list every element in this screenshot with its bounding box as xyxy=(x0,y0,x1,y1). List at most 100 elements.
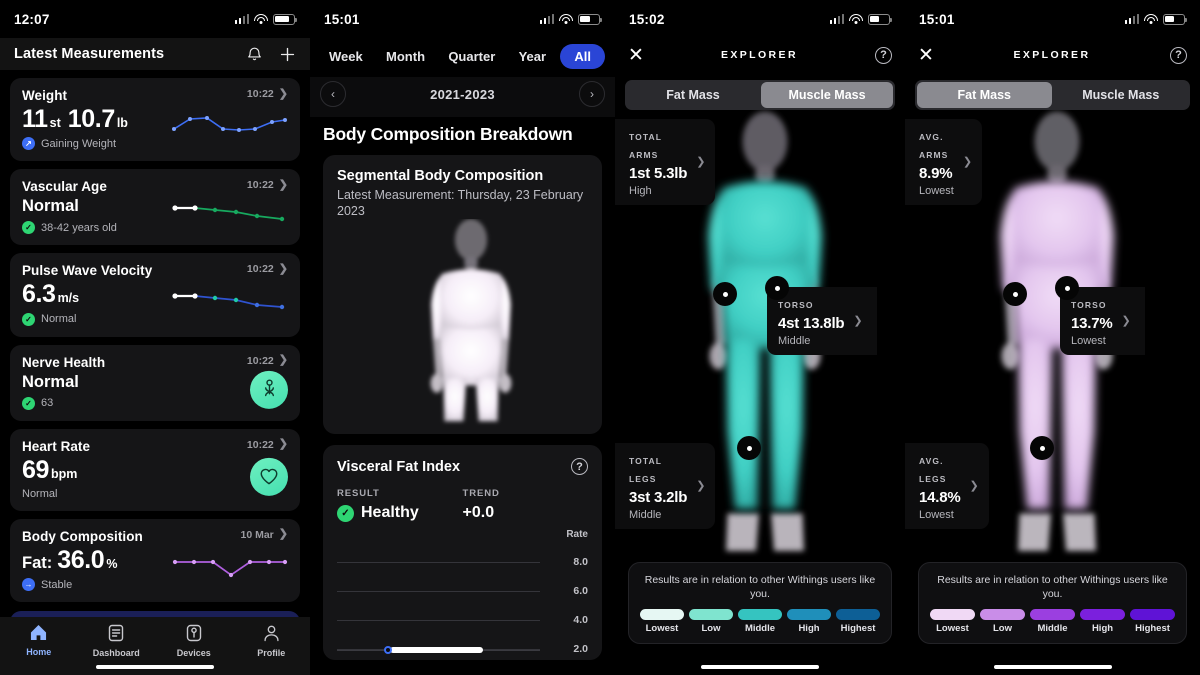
check-icon: ✓ xyxy=(337,504,354,522)
card-value: Normal xyxy=(22,373,288,392)
card-weight[interactable]: Weight 10:22 ❯ 11 st 10.7 lb ↗ Gaining W… xyxy=(10,78,300,162)
legend-item-high: High xyxy=(787,609,831,634)
period-quarter[interactable]: Quarter xyxy=(439,44,504,69)
chevron-right-icon: ❯ xyxy=(278,528,288,541)
close-icon[interactable]: ✕ xyxy=(918,46,934,65)
visceral-fat-chart: Rate 8.0 6.0 4.0 2.0 xyxy=(337,529,588,660)
body-figure-teal[interactable]: TOTAL ARMS 1st 5.3lb High ❯ TORSO 4st 13… xyxy=(615,110,905,562)
callout-avg-arms[interactable]: AVG. ARMS 8.9% Lowest ❯ xyxy=(905,119,983,205)
hotspot-arms[interactable] xyxy=(713,282,737,306)
tab-devices[interactable]: Devices xyxy=(155,624,233,658)
y-tick: 8.0 xyxy=(573,556,588,569)
tab-dashboard[interactable]: Dashboard xyxy=(78,624,156,658)
hotspot-arms[interactable] xyxy=(1003,282,1027,306)
card-visceral-fat-index[interactable]: Visceral Fat Index ? RESULT ✓ Healthy TR… xyxy=(323,445,602,661)
period-week[interactable]: Week xyxy=(320,44,372,69)
body-figure-pink[interactable]: AVG. ARMS 8.9% Lowest ❯ TORSO 13.7% Lowe… xyxy=(905,110,1200,562)
callout-status: Middle xyxy=(629,509,662,521)
callout-status: Middle xyxy=(778,335,811,347)
close-icon[interactable]: ✕ xyxy=(628,46,644,65)
callout-label-line2: ARMS xyxy=(919,150,949,160)
pwv-sparkline xyxy=(169,277,289,322)
legend-label: Lowest xyxy=(936,623,969,635)
question-mark-icon[interactable]: ? xyxy=(874,46,892,64)
section-heading: Body Composition Breakdown xyxy=(323,124,573,144)
card-timestamp: 10:22 ❯ xyxy=(247,355,288,367)
tab-home[interactable]: Home xyxy=(0,624,78,657)
hotspot-torso[interactable] xyxy=(1055,276,1079,300)
explorer-title: EXPLORER xyxy=(1013,49,1091,61)
legend-swatch xyxy=(738,609,782,621)
wifi-icon xyxy=(1144,14,1158,24)
legend-scale: Lowest Low Middle High Highest xyxy=(640,609,880,634)
y-tick: 2.0 xyxy=(573,643,588,656)
tab-fat-mass[interactable]: Fat Mass xyxy=(627,82,759,108)
scrubber-fill xyxy=(389,647,484,654)
check-icon: ✓ xyxy=(22,221,35,235)
period-month[interactable]: Month xyxy=(377,44,434,69)
tab-muscle-mass[interactable]: Muscle Mass xyxy=(761,82,893,108)
chevron-right-icon: ❯ xyxy=(278,354,288,366)
question-mark-icon[interactable]: ? xyxy=(1169,46,1187,64)
arrow-trend-icon: ↗ xyxy=(22,137,35,151)
page-header: Latest Measurements xyxy=(0,38,310,70)
callout-total-legs[interactable]: TOTAL LEGS 3st 3.2lb Middle ❯ xyxy=(615,443,716,529)
legend-item-highest: Highest xyxy=(836,609,880,634)
hotspot-legs[interactable] xyxy=(737,436,761,460)
panel-explorer-fat-mass: 15:01 ✕ EXPLORER ? Fat Mass Muscle Mass xyxy=(905,0,1200,675)
callout-value: 8.9% xyxy=(919,165,953,182)
period-all[interactable]: All xyxy=(560,44,605,69)
result-label: RESULT xyxy=(337,488,380,500)
card-body-composition[interactable]: Body Composition 10 Mar ❯ Fat: 36.0 % → … xyxy=(10,518,300,602)
card-vascular-age[interactable]: Vascular Age 10:22 ❯ Normal ✓ 38-42 year… xyxy=(10,169,300,246)
body-composition-sparkline xyxy=(169,542,289,587)
question-mark-icon[interactable]: ? xyxy=(571,458,588,476)
tab-profile[interactable]: Profile xyxy=(233,624,311,658)
callout-label-line1: AVG. xyxy=(919,132,944,142)
hotspot-torso[interactable] xyxy=(765,276,789,300)
card-subtitle: ✓ 63 xyxy=(22,396,288,410)
callout-label-line1: AVG. xyxy=(919,456,944,466)
scrubber-knob[interactable] xyxy=(383,646,392,655)
mass-type-tabs: Fat Mass Muscle Mass xyxy=(625,80,895,110)
chevron-right-icon: ❯ xyxy=(1121,314,1131,327)
card-pulse-wave-velocity[interactable]: Pulse Wave Velocity 10:22 ❯ 6.3 m/s ✓ No… xyxy=(10,253,300,337)
status-time: 15:01 xyxy=(324,11,360,27)
tab-fat-mass[interactable]: Fat Mass xyxy=(917,82,1052,108)
prev-period-button[interactable]: ‹ xyxy=(320,81,346,107)
next-period-button[interactable]: › xyxy=(579,81,605,107)
bell-icon[interactable] xyxy=(247,46,262,62)
explorer-header: ✕ EXPLORER ? xyxy=(615,38,905,72)
legend-swatch xyxy=(689,609,733,621)
home-indicator xyxy=(96,665,214,669)
status-bar: 15:01 xyxy=(905,0,1200,38)
subtitle-text: Normal xyxy=(22,487,58,500)
legend-note: Results are in relation to other Withing… xyxy=(644,574,876,601)
card-segmental-body-composition[interactable]: Segmental Body Composition Latest Measur… xyxy=(323,155,602,435)
legend-label: Highest xyxy=(1135,623,1170,635)
hotspot-legs[interactable] xyxy=(1030,436,1054,460)
legend-label: Highest xyxy=(840,623,876,635)
callout-value: 14.8% xyxy=(919,489,961,506)
card-heart-rate[interactable]: Heart Rate 10:22 ❯ 69 bpm Normal xyxy=(10,428,300,511)
status-bar: 15:02 xyxy=(615,0,905,38)
chevron-right-icon: ❯ xyxy=(278,438,288,450)
chevron-right-icon: ❯ xyxy=(853,314,863,327)
callout-avg-legs[interactable]: AVG. LEGS 14.8% Lowest ❯ xyxy=(905,443,989,529)
tab-muscle-mass[interactable]: Muscle Mass xyxy=(1054,82,1189,108)
legend-label: High xyxy=(1091,623,1114,635)
battery-icon xyxy=(578,13,603,25)
callout-total-arms[interactable]: TOTAL ARMS 1st 5.3lb High ❯ xyxy=(615,119,716,205)
legend-swatch xyxy=(1030,609,1075,621)
subtitle-text: Normal xyxy=(41,313,77,325)
plus-icon[interactable] xyxy=(279,46,296,63)
status-bar: 15:01 xyxy=(310,0,615,38)
card-subtitle: Latest Measurement: Thursday, 23 Februar… xyxy=(337,188,584,218)
period-year[interactable]: Year xyxy=(510,44,555,69)
result-value-row: ✓ Healthy xyxy=(337,504,463,522)
legend-swatch xyxy=(836,609,880,621)
chart-range-scrubber[interactable] xyxy=(337,646,540,655)
timestamp-text: 10:22 xyxy=(246,438,274,451)
callout-body: AVG. LEGS 14.8% Lowest xyxy=(919,451,961,521)
card-nerve-health[interactable]: Nerve Health 10:22 ❯ Normal ✓ 63 xyxy=(10,344,300,421)
